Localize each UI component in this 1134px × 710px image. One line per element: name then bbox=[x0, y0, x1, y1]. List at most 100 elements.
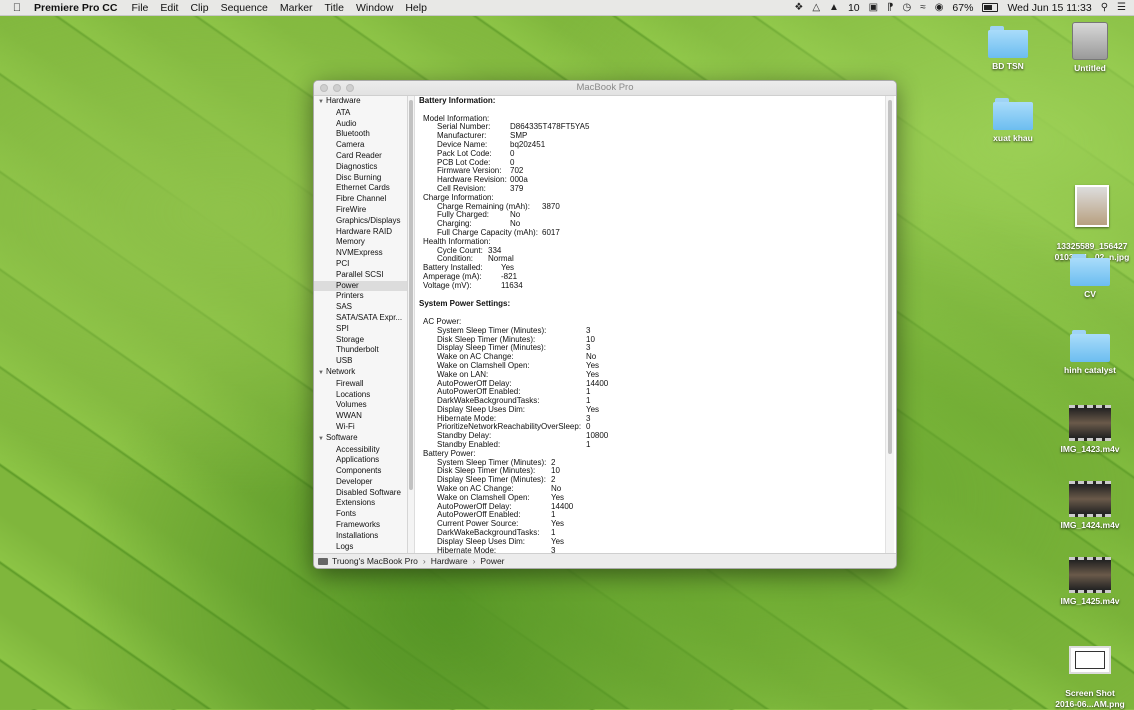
sidebar-item-spi[interactable]: SPI bbox=[314, 324, 407, 335]
menu-marker[interactable]: Marker bbox=[280, 2, 313, 14]
sidebar-item-wi-fi[interactable]: Wi-Fi bbox=[314, 422, 407, 433]
sidebar-scrollbar[interactable] bbox=[408, 96, 415, 553]
sidebar-category-software[interactable]: ▼ Software bbox=[314, 433, 407, 445]
menu-edit[interactable]: Edit bbox=[160, 2, 178, 14]
desktop-folder-bd-tsn[interactable]: BD TSN bbox=[968, 26, 1048, 72]
desktop-icon-label: hinh catalyst bbox=[1064, 365, 1116, 375]
sidebar-item-applications[interactable]: Applications bbox=[314, 455, 407, 466]
sidebar-item-volumes[interactable]: Volumes bbox=[314, 400, 407, 411]
sidebar-item-thunderbolt[interactable]: Thunderbolt bbox=[314, 345, 407, 356]
disclosure-triangle-icon[interactable]: ▼ bbox=[318, 436, 324, 442]
breadcrumb-power[interactable]: Power bbox=[480, 554, 504, 569]
desktop-folder-xuat-khau[interactable]: xuat khau bbox=[973, 98, 1053, 144]
sidebar-item-diagnostics[interactable]: Diagnostics bbox=[314, 162, 407, 173]
sidebar-category-hardware[interactable]: ▼ Hardware bbox=[314, 96, 407, 108]
desktop-icon-label: IMG_1425.m4v bbox=[1060, 596, 1120, 606]
info-row: Amperage (mA): -821 bbox=[419, 272, 887, 282]
detail-scrollbar[interactable] bbox=[885, 96, 894, 553]
sidebar-item-installations[interactable]: Installations bbox=[314, 531, 407, 542]
sidebar-item-wwan[interactable]: WWAN bbox=[314, 411, 407, 422]
desktop-disk-untitled[interactable]: Untitled bbox=[1050, 22, 1130, 74]
sidebar-item-accessibility[interactable]: Accessibility bbox=[314, 445, 407, 456]
desktop-folder-cv[interactable]: CV bbox=[1050, 254, 1130, 300]
sidebar-item-sas[interactable]: SAS bbox=[314, 302, 407, 313]
sidebar-item-parallel-scsi[interactable]: Parallel SCSI bbox=[314, 270, 407, 281]
window-titlebar[interactable]: MacBook Pro bbox=[314, 81, 896, 96]
dropbox-icon[interactable]: ❖ bbox=[794, 2, 803, 13]
apple-menu-icon[interactable]:  bbox=[0, 2, 34, 14]
info-value: 3870 bbox=[542, 201, 560, 211]
sidebar-item-components[interactable]: Components bbox=[314, 466, 407, 477]
sidebar-item-frameworks[interactable]: Frameworks bbox=[314, 520, 407, 531]
sidebar-item-bluetooth[interactable]: Bluetooth bbox=[314, 129, 407, 140]
sidebar-item-usb[interactable]: USB bbox=[314, 356, 407, 367]
window-title: MacBook Pro bbox=[576, 82, 634, 93]
sync-icon[interactable]: △ bbox=[812, 2, 820, 13]
notification-center-icon[interactable]: ☰ bbox=[1117, 2, 1126, 13]
menu-sequence[interactable]: Sequence bbox=[221, 2, 268, 14]
disclosure-triangle-icon[interactable]: ▼ bbox=[318, 370, 324, 376]
notification-count[interactable]: 10 bbox=[848, 2, 860, 14]
clock[interactable]: Wed Jun 15 11:33 bbox=[1007, 2, 1091, 14]
menu-title[interactable]: Title bbox=[325, 2, 344, 14]
menu-window[interactable]: Window bbox=[356, 2, 393, 14]
sidebar-item-printers[interactable]: Printers bbox=[314, 291, 407, 302]
time-machine-icon[interactable]: ◷ bbox=[902, 2, 911, 13]
desktop-photo-file[interactable]: 13325589_156427 0103621...02_n.jpg bbox=[1050, 174, 1134, 263]
battery-percent[interactable]: 67% bbox=[952, 2, 973, 14]
sidebar-item-ethernet-cards[interactable]: Ethernet Cards bbox=[314, 183, 407, 194]
breadcrumb-hardware[interactable]: Hardware bbox=[431, 554, 468, 569]
adobe-icon[interactable]: ▲ bbox=[829, 2, 839, 13]
ac-power-list: System Sleep Timer (Minutes): 3 Disk Sleep… bbox=[419, 326, 887, 450]
zoom-button[interactable] bbox=[346, 84, 354, 92]
sidebar-item-camera[interactable]: Camera bbox=[314, 140, 407, 151]
info-row: Voltage (mV): 11634 bbox=[419, 281, 887, 291]
sidebar-item-extensions[interactable]: Extensions bbox=[314, 498, 407, 509]
menu-file[interactable]: File bbox=[131, 2, 148, 14]
path-bar: Truong's MacBook Pro › Hardware › Power bbox=[314, 553, 896, 568]
sidebar-scroll-thumb[interactable] bbox=[409, 100, 413, 490]
detail-scroll-thumb[interactable] bbox=[888, 100, 892, 454]
spotlight-icon[interactable]: ⚲ bbox=[1101, 2, 1108, 13]
sidebar-item-power[interactable]: Power bbox=[314, 280, 407, 292]
close-button[interactable] bbox=[320, 84, 328, 92]
sidebar-item-locations[interactable]: Locations bbox=[314, 390, 407, 401]
sound-icon[interactable]: ◉ bbox=[935, 2, 944, 13]
wifi-icon[interactable]: ≈ bbox=[920, 2, 926, 13]
desktop-video-1423[interactable]: IMG_1423.m4v bbox=[1050, 405, 1130, 455]
sidebar-item-card-reader[interactable]: Card Reader bbox=[314, 151, 407, 162]
sidebar-item-developer[interactable]: Developer bbox=[314, 477, 407, 488]
breadcrumb-computer[interactable]: Truong's MacBook Pro bbox=[332, 554, 418, 569]
sidebar-item-nvmexpress[interactable]: NVMExpress bbox=[314, 248, 407, 259]
sidebar-item-firewire[interactable]: FireWire bbox=[314, 205, 407, 216]
desktop-video-1424[interactable]: IMG_1424.m4v bbox=[1050, 481, 1130, 531]
desktop-screenshot-file[interactable]: Screen Shot 2016-06...AM.png bbox=[1050, 635, 1130, 710]
desktop-icon-label: Screen Shot 2016-06...AM.png bbox=[1055, 688, 1125, 709]
sidebar-item-ata[interactable]: ATA bbox=[314, 108, 407, 119]
sidebar-item-fibre-channel[interactable]: Fibre Channel bbox=[314, 194, 407, 205]
sidebar-item-graphics-displays[interactable]: Graphics/Displays bbox=[314, 216, 407, 227]
sidebar-item-hardware-raid[interactable]: Hardware RAID bbox=[314, 227, 407, 238]
sidebar-item-fonts[interactable]: Fonts bbox=[314, 509, 407, 520]
sidebar-item-memory[interactable]: Memory bbox=[314, 237, 407, 248]
sidebar-item-logs[interactable]: Logs bbox=[314, 542, 407, 553]
sidebar-item-disabled-software[interactable]: Disabled Software bbox=[314, 488, 407, 499]
menu-help[interactable]: Help bbox=[405, 2, 427, 14]
minimize-button[interactable] bbox=[333, 84, 341, 92]
sidebar-item-storage[interactable]: Storage bbox=[314, 335, 407, 346]
app-menu[interactable]: Premiere Pro CC bbox=[34, 2, 117, 14]
sidebar-item-disc-burning[interactable]: Disc Burning bbox=[314, 173, 407, 184]
disclosure-triangle-icon[interactable]: ▼ bbox=[318, 99, 324, 105]
battery-icon[interactable] bbox=[982, 3, 999, 12]
chat-icon[interactable]: ▣ bbox=[869, 2, 878, 13]
video-thumbnail-icon bbox=[1069, 557, 1111, 593]
desktop-folder-hinh-catalyst[interactable]: hinh catalyst bbox=[1050, 330, 1130, 376]
sidebar-item-pci[interactable]: PCI bbox=[314, 259, 407, 270]
sidebar-item-audio[interactable]: Audio bbox=[314, 119, 407, 130]
bluetooth-icon[interactable]: ⁋ bbox=[887, 2, 893, 13]
desktop-video-1425[interactable]: IMG_1425.m4v bbox=[1050, 557, 1130, 607]
menu-clip[interactable]: Clip bbox=[190, 2, 208, 14]
sidebar-item-sata-sata-expr[interactable]: SATA/SATA Expr... bbox=[314, 313, 407, 324]
sidebar-item-firewall[interactable]: Firewall bbox=[314, 379, 407, 390]
sidebar-category-network[interactable]: ▼ Network bbox=[314, 367, 407, 379]
